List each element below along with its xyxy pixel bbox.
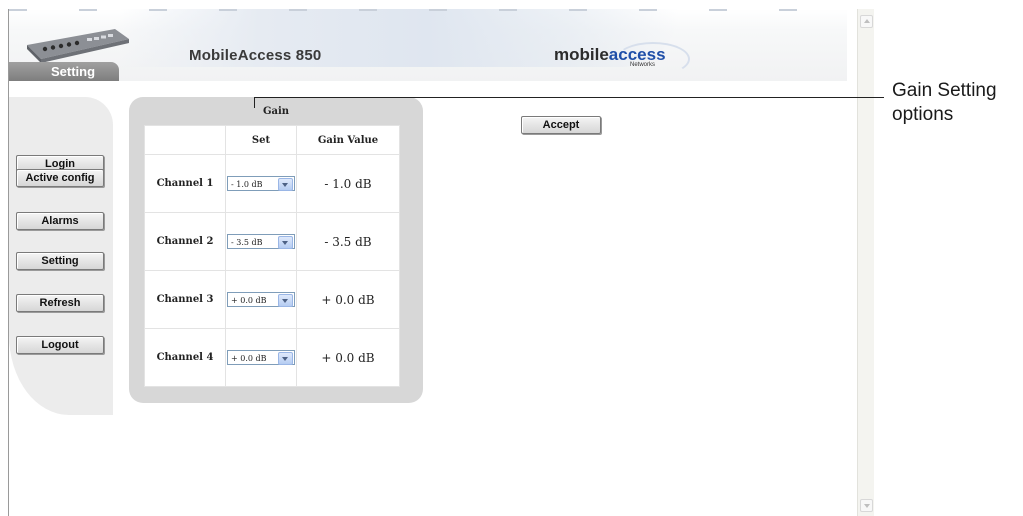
gain-value: - 1.0 dB	[296, 154, 400, 213]
channel-label: Channel 2	[144, 212, 226, 271]
select-value: - 3.5 dB	[231, 238, 263, 247]
channel-label: Channel 4	[144, 328, 226, 387]
gain-value: + 0.0 dB	[296, 270, 400, 329]
logo-text-mobile: mobile	[554, 45, 609, 64]
channel-1-gain-select[interactable]: - 1.0 dB	[227, 176, 295, 191]
table-row: Channel 3 + 0.0 dB + 0.0 dB	[144, 270, 400, 329]
header-gain-value: Gain Value	[296, 125, 400, 155]
channel-label: Channel 1	[144, 154, 226, 213]
menu-alarms-button[interactable]: Alarms	[16, 212, 104, 230]
table-row: Channel 4 + 0.0 dB + 0.0 dB	[144, 328, 400, 387]
callout-leader-line	[254, 97, 884, 98]
logo-swoosh	[616, 42, 690, 76]
banner-top-dashes	[9, 9, 847, 11]
table-row: Channel 1 - 1.0 dB - 1.0 dB	[144, 154, 400, 213]
page-title: MobileAccess 850	[189, 47, 322, 64]
header-set: Set	[225, 125, 297, 155]
set-cell: + 0.0 dB	[225, 270, 297, 329]
scroll-up-icon[interactable]	[860, 15, 873, 28]
gain-table-header-row: Set Gain Value	[144, 125, 400, 155]
browser-viewport: MobileAccess 850 mobileaccess Networks S…	[8, 9, 847, 516]
channel-4-gain-select[interactable]: + 0.0 dB	[227, 350, 295, 365]
select-value: - 1.0 dB	[231, 180, 263, 189]
section-tab-label: Setting	[51, 64, 96, 79]
mobileaccess-logo: mobileaccess Networks	[554, 42, 690, 76]
callout-annotation: Gain Setting options	[892, 80, 997, 125]
channel-3-gain-select[interactable]: + 0.0 dB	[227, 292, 295, 307]
header-empty-cell	[144, 125, 226, 155]
callout-leader-tick	[254, 97, 255, 108]
header-banner: MobileAccess 850 mobileaccess Networks S…	[9, 9, 847, 81]
chevron-down-icon[interactable]	[278, 236, 293, 249]
menu-active-config-button[interactable]: Active config	[16, 169, 104, 187]
menu-logout-button[interactable]: Logout	[16, 336, 104, 354]
scroll-down-icon[interactable]	[860, 499, 873, 512]
device-image	[27, 29, 129, 63]
menu-refresh-button[interactable]: Refresh	[16, 294, 104, 312]
gain-table: Set Gain Value Channel 1 - 1.0 dB - 1.0 …	[144, 125, 400, 387]
set-cell: + 0.0 dB	[225, 328, 297, 387]
gain-value: + 0.0 dB	[296, 328, 400, 387]
menu-setting-button[interactable]: Setting	[16, 252, 104, 270]
accept-button[interactable]: Accept	[521, 116, 601, 134]
gain-title: Gain	[262, 106, 290, 117]
gain-panel: Gain Set Gain Value Channel 1 - 1.0 dB -…	[129, 97, 423, 403]
set-cell: - 1.0 dB	[225, 154, 297, 213]
chevron-down-icon[interactable]	[278, 294, 293, 307]
chevron-down-icon[interactable]	[278, 352, 293, 365]
table-row: Channel 2 - 3.5 dB - 3.5 dB	[144, 212, 400, 271]
section-tab-setting: Setting	[9, 62, 119, 81]
set-cell: - 3.5 dB	[225, 212, 297, 271]
gain-value: - 3.5 dB	[296, 212, 400, 271]
channel-label: Channel 3	[144, 270, 226, 329]
select-value: + 0.0 dB	[231, 354, 267, 363]
logo-text-networks: Networks	[630, 62, 656, 68]
select-value: + 0.0 dB	[231, 296, 267, 305]
vertical-scrollbar[interactable]	[857, 9, 874, 516]
chevron-down-icon[interactable]	[278, 178, 293, 191]
channel-2-gain-select[interactable]: - 3.5 dB	[227, 234, 295, 249]
